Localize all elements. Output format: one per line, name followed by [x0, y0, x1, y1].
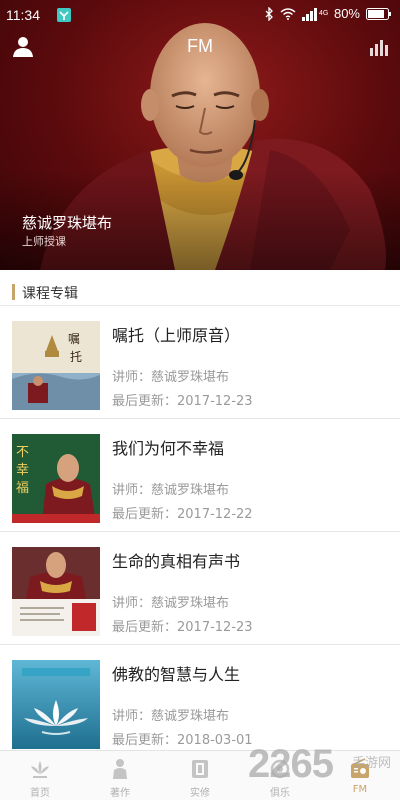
album-cover: 嘱 托	[12, 321, 100, 410]
nav-label: 实修	[190, 788, 210, 799]
watermark: 2265 手游网	[248, 742, 398, 792]
lotus-icon	[31, 761, 49, 778]
svg-text:幸: 幸	[16, 463, 29, 478]
album-title: 生命的真相有声书	[112, 552, 241, 571]
album-updated: 最后更新：2017-12-23	[112, 620, 253, 635]
bluetooth-icon	[265, 6, 273, 21]
album-title: 佛教的智慧与人生	[112, 665, 241, 684]
status-time: 11:34	[6, 7, 40, 23]
album-list: 嘱 托 嘱托（上师原音） 讲师：慈诚罗珠堪布 最后更新：2017-12-23 不…	[0, 306, 400, 758]
album-cover: 不 幸 福	[12, 434, 100, 523]
section-title: 课程专辑	[22, 286, 78, 302]
nav-label: 著作	[110, 788, 130, 799]
album-updated: 最后更新：2017-12-22	[112, 507, 253, 522]
nav-item-practice[interactable]: 实修	[160, 751, 240, 800]
section-accent-bar	[12, 284, 15, 300]
nav-item-works[interactable]: 著作	[80, 751, 160, 800]
album-title: 嘱托（上师原音）	[112, 326, 241, 345]
album-lecturer: 讲师：慈诚罗珠堪布	[112, 709, 230, 724]
svg-text:托: 托	[70, 350, 82, 364]
hero-teacher-name: 慈诚罗珠堪布	[22, 214, 113, 232]
svg-text:福: 福	[16, 481, 29, 496]
album-cover	[12, 660, 100, 749]
status-indicators: 4G 80%	[264, 6, 392, 21]
nav-item-home[interactable]: 首页	[0, 751, 80, 800]
album-lecturer: 讲师：慈诚罗珠堪布	[112, 596, 230, 611]
battery-icon	[366, 7, 391, 20]
album-item[interactable]: 生命的真相有声书 讲师：慈诚罗珠堪布 最后更新：2017-12-23	[0, 532, 400, 645]
watermark-text: 手游网	[352, 755, 392, 770]
watermark-number: 2265	[248, 742, 334, 786]
book-icon	[192, 760, 208, 778]
album-cover	[12, 547, 100, 636]
album-title: 我们为何不幸福	[112, 439, 225, 458]
hero-subtitle: 上师授课	[22, 235, 66, 248]
album-item[interactable]: 嘱 托 嘱托（上师原音） 讲师：慈诚罗珠堪布 最后更新：2017-12-23	[0, 306, 400, 419]
app-notification-icon	[57, 8, 71, 22]
svg-text:嘱: 嘱	[68, 332, 80, 346]
album-item[interactable]: 不 幸 福 我们为何不幸福 讲师：慈诚罗珠堪布 最后更新：2017-12-22	[0, 419, 400, 532]
svg-text:4G: 4G	[319, 10, 328, 17]
nav-label: 首页	[30, 788, 50, 799]
status-bar: 11:34 4G 80%	[0, 0, 400, 30]
album-updated: 最后更新：2018-03-01	[112, 733, 253, 748]
page-title: FM	[187, 36, 213, 56]
album-updated: 最后更新：2017-12-23	[112, 394, 253, 409]
section-header: 课程专辑	[0, 278, 400, 308]
album-lecturer: 讲师：慈诚罗珠堪布	[112, 483, 230, 498]
album-lecturer: 讲师：慈诚罗珠堪布	[112, 370, 230, 385]
app-bar: FM	[0, 32, 400, 64]
bar-chart-icon[interactable]	[368, 36, 390, 58]
svg-text:不: 不	[16, 445, 29, 460]
figure-icon	[113, 759, 127, 779]
signal-icon: 4G	[301, 7, 328, 21]
battery-percent: 80%	[333, 6, 360, 21]
wifi-icon	[280, 7, 296, 20]
hero-banner[interactable]: 11:34 4G 80% FM 慈诚罗珠堪布 上师授课	[0, 0, 400, 270]
